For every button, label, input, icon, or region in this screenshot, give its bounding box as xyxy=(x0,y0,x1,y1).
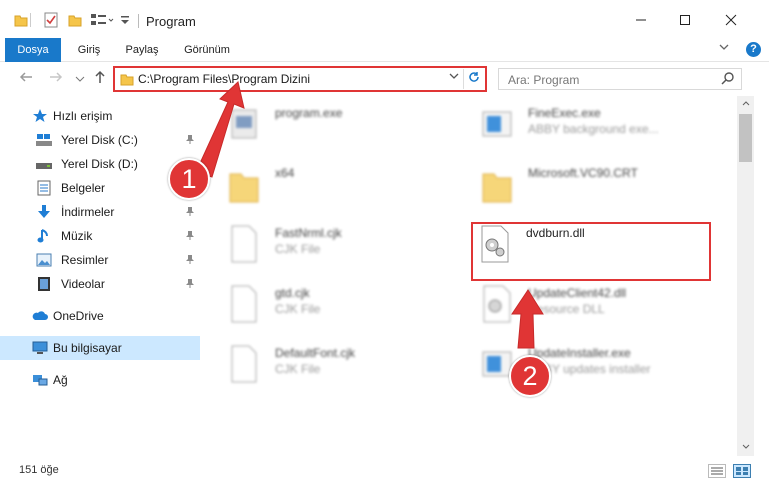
annotation-badge-1: 1 xyxy=(168,158,210,200)
item-count: 151 öğe xyxy=(19,464,59,476)
annotation-arrows xyxy=(195,81,544,349)
details-view-icon[interactable] xyxy=(708,464,726,478)
status-bar: 151 öğe xyxy=(0,458,769,484)
annotation-badge-2: 2 xyxy=(509,355,551,397)
large-icons-view-icon[interactable] xyxy=(733,464,751,478)
